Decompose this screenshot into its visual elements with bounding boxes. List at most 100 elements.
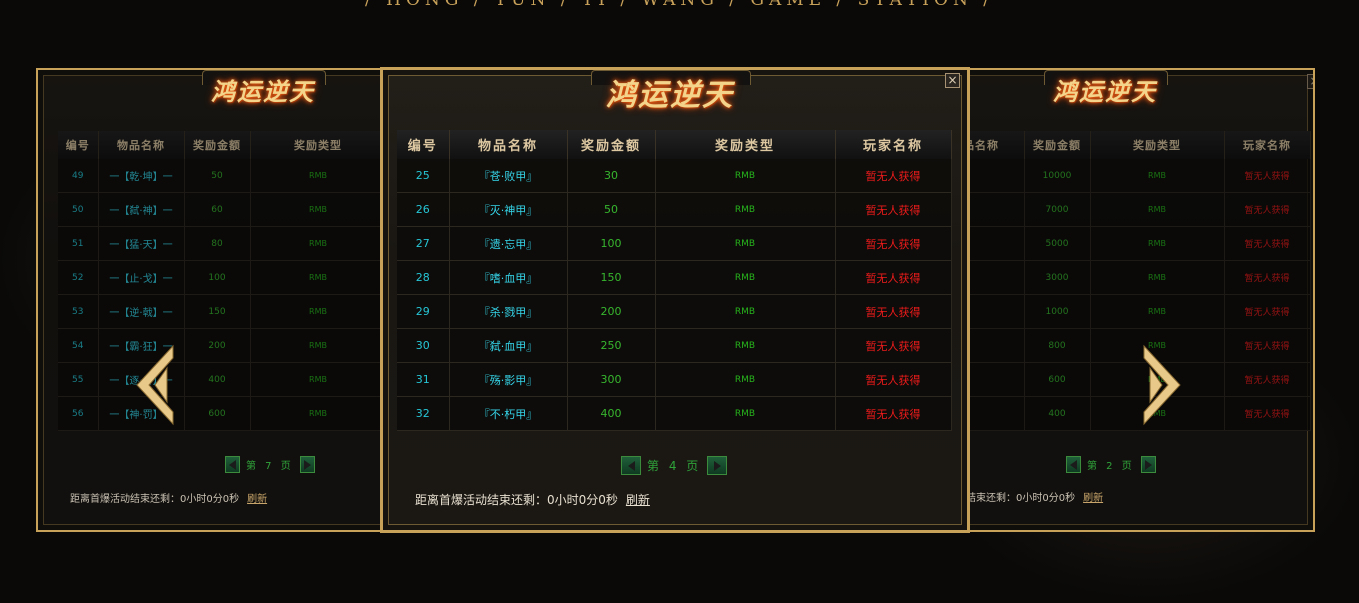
game-logo: 鸿运逆天 [1044, 70, 1168, 110]
next-page-button[interactable] [299, 456, 315, 473]
table-row: 30 『弑·血甲』 250 RMB 暂无人获得 [397, 328, 952, 363]
countdown-text: 结束还剩：0小时0分0秒 [966, 493, 1076, 504]
table-row: 32 『不·朽甲』 400 RMB 暂无人获得 [397, 396, 952, 431]
chevron-right-icon [1143, 344, 1181, 426]
cell-no: 49 [58, 159, 99, 193]
cell-no: 51 [58, 226, 99, 261]
table-row: 400 RMB 暂无人获得 [962, 396, 1311, 431]
page-label: 第 4 页 [647, 459, 702, 473]
cell-amount: 3000 [1024, 260, 1091, 295]
cell-item-name: 『不·朽甲』 [449, 396, 568, 431]
cell-item-name: 一【猛·天】一 [98, 226, 185, 261]
cell-item-name [962, 192, 1025, 227]
cell-no: 30 [397, 328, 450, 363]
carousel-next-arrow[interactable] [1140, 344, 1184, 426]
cell-type: RMB [655, 396, 836, 431]
cell-amount: 150 [567, 260, 656, 295]
cell-player: 暂无人获得 [1224, 159, 1311, 193]
cell-player: 暂无人获得 [835, 362, 952, 397]
cell-type: RMB [1090, 192, 1225, 227]
table-row: 28 『嗜·血甲』 150 RMB 暂无人获得 [397, 260, 952, 295]
game-logo: 鸿运逆天 [202, 70, 326, 110]
next-page-button[interactable] [707, 456, 728, 475]
pager: 第 4 页 [621, 456, 728, 475]
table-row: 31 『殇·影甲』 300 RMB 暂无人获得 [397, 362, 952, 397]
prize-panel-left: 鸿运逆天 编号 物品名称 奖励金额 奖励类型 49 一【乾·坤】一 50 RMB 50… [36, 68, 391, 532]
cell-item-name [962, 362, 1025, 397]
prize-table: 编号 物品名称 奖励金额 奖励类型 玩家名称 25 『苍·败甲』 30 RMB 暂无人获… [397, 130, 952, 431]
cell-item-name: 一【弑·神】一 [98, 192, 185, 227]
table-row: 50 一【弑·神】一 60 RMB [58, 192, 389, 227]
cell-item-name [962, 396, 1025, 431]
cell-type: RMB [250, 226, 387, 261]
refresh-link[interactable]: 刷新 [626, 493, 650, 507]
close-icon: × [947, 73, 958, 87]
cell-no: 52 [58, 260, 99, 295]
cell-no: 53 [58, 294, 99, 329]
next-triangle-icon [303, 459, 311, 470]
refresh-link[interactable]: 刷新 [247, 494, 267, 505]
cell-amount: 50 [184, 159, 251, 193]
cell-item-name [962, 260, 1025, 295]
close-button[interactable]: × [945, 73, 960, 88]
cell-player: 暂无人获得 [835, 396, 952, 431]
prev-page-button[interactable] [225, 456, 240, 473]
cell-no: 55 [58, 362, 99, 397]
prize-panel-center: 鸿运逆天 × 编号 物品名称 奖励金额 奖励类型 玩家名称 25 『苍·败甲』 30… [380, 67, 970, 533]
header-player-name: 玩家名称 [835, 130, 952, 159]
table-row: 800 RMB 暂无人获得 [962, 328, 1311, 363]
close-icon: × [1309, 74, 1313, 88]
header-item-name: 品名称 [962, 131, 1025, 159]
cell-item-name [962, 328, 1025, 363]
table-row: 10000 RMB 暂无人获得 [962, 159, 1311, 193]
table-row: 7000 RMB 暂无人获得 [962, 192, 1311, 227]
prev-triangle-icon [229, 459, 236, 470]
cell-type: RMB [655, 226, 836, 261]
countdown: 距离首爆活动结束还剩：0小时0分0秒 刷新 [415, 491, 650, 508]
table-header-row: 品名称 奖励金额 奖励类型 玩家名称 [962, 131, 1311, 159]
cell-type: RMB [655, 159, 836, 193]
table-row: 55一【逐·日】一400RMB [58, 362, 389, 397]
cell-item-name: 一【乾·坤】一 [98, 159, 185, 193]
refresh-link[interactable]: 刷新 [1083, 493, 1103, 504]
cell-no: 54 [58, 328, 99, 363]
cell-player: 暂无人获得 [1224, 226, 1311, 261]
cell-type: RMB [655, 328, 836, 363]
cell-no: 26 [397, 192, 450, 227]
cell-type: RMB [250, 260, 387, 295]
cell-amount: 150 [184, 294, 251, 329]
next-page-button[interactable] [1140, 456, 1156, 473]
header-player-name: 玩家名称 [1224, 131, 1311, 159]
cell-item-name: 『遗·忘甲』 [449, 226, 568, 261]
cell-amount: 100 [184, 260, 251, 295]
cell-no: 56 [58, 396, 99, 431]
close-button[interactable]: × [1307, 74, 1313, 89]
carousel-prev-arrow[interactable] [133, 344, 177, 426]
cell-amount: 30 [567, 159, 656, 193]
cell-type: RMB [655, 294, 836, 329]
logo-text: 鸿运逆天 [211, 77, 315, 106]
cell-item-name: 『嗜·血甲』 [449, 260, 568, 295]
cell-type: RMB [250, 159, 387, 193]
cell-player: 暂无人获得 [1224, 260, 1311, 295]
header-reward-type: 奖励类型 [1090, 131, 1225, 159]
cell-item-name: 『杀·戮甲』 [449, 294, 568, 329]
cell-amount: 400 [184, 362, 251, 397]
countdown-text: 距离首爆活动结束还剩：0小时0分0秒 [415, 493, 618, 507]
cell-item-name: 『弑·血甲』 [449, 328, 568, 363]
prev-page-button[interactable] [621, 456, 641, 475]
cell-amount: 50 [567, 192, 656, 227]
cell-amount: 200 [184, 328, 251, 363]
cell-no: 32 [397, 396, 450, 431]
countdown: 距离首爆活动结束还剩：0小时0分0秒 刷新 [70, 490, 267, 505]
cell-type: RMB [1090, 260, 1225, 295]
cell-player: 暂无人获得 [835, 294, 952, 329]
cell-player: 暂无人获得 [1224, 362, 1311, 397]
prev-triangle-icon [1070, 459, 1077, 470]
cell-type: RMB [1090, 159, 1225, 193]
table-row: 56 一【神·罚】一 600 RMB [58, 396, 389, 431]
prev-page-button[interactable] [1066, 456, 1081, 473]
cell-no: 29 [397, 294, 450, 329]
cell-amount: 600 [1024, 362, 1091, 397]
cell-player: 暂无人获得 [1224, 294, 1311, 329]
